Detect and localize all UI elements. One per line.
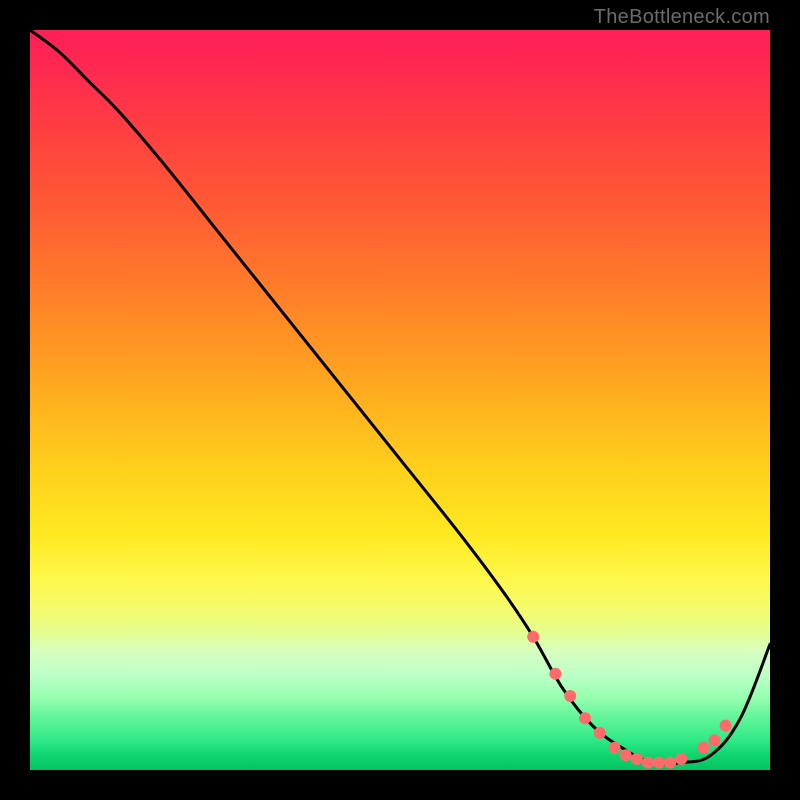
- plot-area: [30, 30, 770, 770]
- highlight-dot: [631, 753, 643, 765]
- highlight-dot: [594, 727, 606, 739]
- bottleneck-curve: [30, 30, 770, 764]
- highlight-dot: [549, 668, 561, 680]
- highlight-dot: [527, 631, 539, 643]
- highlight-dot: [579, 712, 591, 724]
- highlight-dot: [653, 757, 665, 769]
- highlight-dot: [709, 734, 721, 746]
- highlight-dot: [664, 757, 676, 769]
- highlight-dot: [642, 757, 654, 769]
- highlight-dot: [697, 742, 709, 754]
- highlight-dot: [720, 720, 732, 732]
- highlight-dot: [564, 690, 576, 702]
- watermark-text: TheBottleneck.com: [594, 6, 770, 29]
- highlight-dot: [609, 742, 621, 754]
- curve-svg: [30, 30, 770, 770]
- highlight-dot: [675, 753, 687, 765]
- chart-frame: TheBottleneck.com: [0, 0, 800, 800]
- highlight-dots: [527, 631, 731, 769]
- highlight-dot: [620, 749, 632, 761]
